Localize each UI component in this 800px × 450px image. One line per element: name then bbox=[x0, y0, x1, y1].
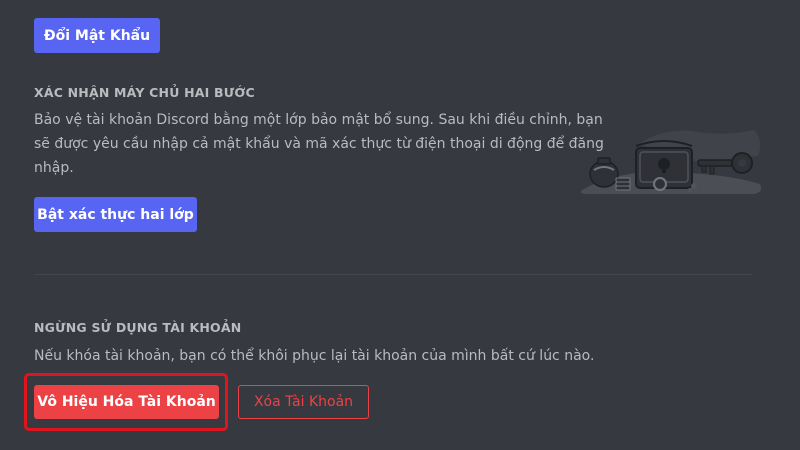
two-factor-section-title: XÁC NHẬN MÁY CHỦ HAI BƯỚC bbox=[34, 85, 255, 100]
account-settings-page: Đổi Mật Khẩu XÁC NHẬN MÁY CHỦ HAI BƯỚC B… bbox=[0, 0, 800, 450]
section-divider bbox=[34, 274, 752, 275]
two-factor-description-line: Bảo vệ tài khoản Discord bằng một lớp bả… bbox=[34, 112, 603, 128]
delete-account-button[interactable]: Xóa Tài Khoản bbox=[238, 385, 369, 419]
two-factor-description-line: sẽ được yêu cầu nhập cả mật khẩu và mã x… bbox=[34, 136, 604, 152]
disable-account-button[interactable]: Vô Hiệu Hóa Tài Khoản bbox=[34, 385, 219, 419]
enable-two-factor-button[interactable]: Bật xác thực hai lớp bbox=[34, 197, 197, 232]
safe-with-key-illustration-icon bbox=[580, 130, 762, 194]
account-removal-section-title: NGỪNG SỬ DỤNG TÀI KHOẢN bbox=[34, 320, 242, 335]
change-password-button[interactable]: Đổi Mật Khẩu bbox=[34, 18, 160, 53]
two-factor-description-line: nhập. bbox=[34, 160, 74, 176]
account-removal-description: Nếu khóa tài khoản, bạn có thể khôi phục… bbox=[34, 348, 595, 364]
